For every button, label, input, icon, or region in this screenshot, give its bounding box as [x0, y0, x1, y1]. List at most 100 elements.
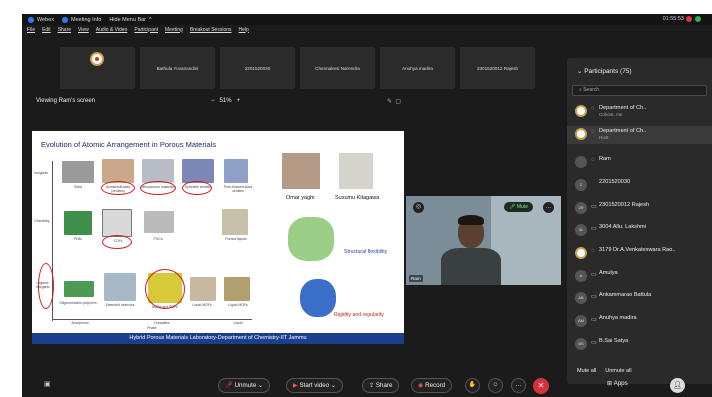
participant-tile[interactable]: 2301520012 Rajesh — [460, 47, 535, 89]
unmute-button[interactable]: 🎤︎ Unmute ⌄ — [218, 378, 271, 393]
participants-toggle-icon[interactable]: 👤︎ — [670, 378, 685, 393]
emoji-icon[interactable]: ☺ — [488, 378, 503, 393]
participant-row[interactable]: AB ▭ Ankammarao Battula — [575, 290, 710, 308]
omar-yaghi-photo — [282, 153, 320, 189]
avatar: AM — [575, 315, 587, 327]
avatar: AB — [575, 292, 587, 304]
audio-status-icon: ◌ — [591, 129, 595, 135]
device-icon: ▭ — [591, 340, 597, 346]
video-name-tag: Ram — [409, 275, 423, 282]
annotation-circle — [140, 181, 176, 195]
liquid-mof-image — [224, 277, 250, 301]
participant-row[interactable]: 3L ▭ 3004 Allu. Lakshmi — [575, 222, 710, 240]
apps-button[interactable]: ⊞ Apps — [607, 380, 628, 387]
participant-search-input[interactable]: ⌕ Search — [572, 85, 707, 96]
participant-role: Cohost, me — [599, 112, 623, 117]
info-icon — [62, 16, 69, 23]
mic-off-icon: 🎤︎ — [225, 382, 233, 389]
record-button[interactable]: ◉ Record — [411, 378, 453, 393]
popout-icon[interactable]: ▢ — [395, 99, 401, 105]
row-label: Organic-inorganic — [36, 281, 50, 289]
start-video-button[interactable]: ▶ Start video ⌄ — [286, 378, 343, 393]
participant-row[interactable]: A ▭ Amulya — [575, 268, 710, 286]
protein-structure-image — [288, 217, 334, 261]
participant-row[interactable]: 2R ▭ 2301520012 Rajesh — [575, 200, 710, 218]
participant-name: 2301520012 Rajesh — [599, 202, 650, 208]
menu-help[interactable]: Help — [239, 27, 249, 33]
video-off-icon: ▶ — [293, 382, 298, 389]
item-label: Liquid MOFs — [192, 303, 212, 307]
participants-header[interactable]: ⌄ Participants (75) — [577, 67, 632, 75]
avatar — [575, 247, 587, 259]
annotation-circle — [182, 181, 212, 195]
participant-tile-name: Anuhya madira — [402, 65, 433, 71]
video-options-icon[interactable]: ◎ — [413, 202, 424, 213]
zoom-in-button[interactable]: + — [237, 98, 241, 104]
participants-title: Participants (75) — [584, 68, 632, 75]
record-icon: ◉ — [418, 382, 424, 389]
participant-tile[interactable]: Anuhya madira — [380, 47, 455, 89]
captions-icon[interactable]: ▣ — [44, 380, 51, 388]
participant-row[interactable]: ◌ Department of Ch.. Cohost, me — [575, 103, 710, 121]
mute-participant-button[interactable]: 🎤︎ Mute — [504, 202, 533, 212]
search-icon: ⌕ — [579, 87, 582, 93]
annotate-icon[interactable]: ✎ — [387, 99, 392, 105]
meeting-controls: ▣ 🎤︎ Unmute ⌄ ▶ Start video ⌄ ⇪ Share ◉ … — [22, 378, 712, 397]
share-label: Share — [375, 382, 393, 389]
rigidity-label: Rigidity and regularity — [334, 312, 384, 318]
mute-label: Mute — [516, 204, 528, 210]
menu-meeting[interactable]: Meeting — [165, 27, 183, 33]
participant-row[interactable]: BS ▭ B.Sai Satya — [575, 336, 710, 354]
participant-tile-name: 2201520030 — [244, 65, 271, 71]
menu-view[interactable]: View — [78, 27, 89, 33]
audio-status-icon: ◌ — [591, 157, 595, 163]
meeting-info-button[interactable]: Meeting Info — [62, 16, 101, 23]
speaker-video[interactable]: ◎ 🎤︎ Mute … Ram — [406, 196, 561, 285]
participant-row[interactable]: AM ▭ Anuhya madira — [575, 313, 710, 331]
menu-file[interactable]: File — [27, 27, 35, 33]
leave-meeting-button[interactable]: ✕ — [533, 378, 549, 394]
menu-share[interactable]: Share — [58, 27, 71, 33]
participant-row[interactable]: ◌ Ram — [575, 154, 710, 172]
participant-tile[interactable]: 2201520030 — [220, 47, 295, 89]
menu-edit[interactable]: Edit — [42, 27, 51, 33]
participant-tile[interactable] — [60, 47, 135, 89]
app-menu[interactable]: Webex — [28, 16, 55, 23]
unmute-all-button[interactable]: Unmute all — [605, 368, 631, 374]
zoom-level: 51% — [219, 98, 232, 104]
zoom-out-button[interactable]: − — [211, 98, 215, 104]
apps-icon: ⊞ — [607, 380, 613, 387]
participant-row[interactable]: ◌ 3179 Dr.A.Venkateswara Rao.. — [575, 245, 710, 263]
participant-row[interactable]: ◌ Department of Ch.. Host — [567, 126, 712, 144]
participant-name: 2201520030 — [599, 179, 631, 185]
share-button[interactable]: ⇪ Share — [362, 378, 400, 393]
axis-tick-label: Liquid — [233, 321, 243, 325]
participant-row[interactable]: 2 2201520030 — [575, 177, 710, 195]
app-name: Webex — [37, 16, 55, 23]
mute-all-button[interactable]: Mute all — [577, 368, 596, 374]
more-options-icon[interactable]: … — [543, 202, 554, 213]
menu-participant[interactable]: Participant — [134, 27, 158, 33]
item-label: Extended networks — [105, 303, 135, 307]
audio-status-icon: ◌ — [591, 248, 595, 254]
person-caption: Omar yaghi — [286, 195, 315, 201]
synthetic-zeolite-image — [182, 159, 214, 183]
item-label: POCs — [153, 237, 163, 241]
participant-tile[interactable]: Bathula Yuvanandini — [140, 47, 215, 89]
unmute-label: Unmute — [234, 382, 257, 389]
reactions-icon[interactable]: ✋ — [465, 378, 480, 393]
mesoporous-image — [142, 159, 174, 183]
start-video-label: Start video — [299, 382, 330, 389]
hide-menu-bar-button[interactable]: Hide Menu Bar ^ — [109, 17, 151, 23]
menu-breakout-sessions[interactable]: Breakout Sessions — [190, 27, 232, 33]
participant-tile-name: Chennakesi Narendra — [315, 65, 360, 71]
participant-name: Ram — [599, 156, 611, 162]
menu-audio-video[interactable]: Audio & Video — [96, 27, 128, 33]
chevron-down-icon: ⌄ — [330, 382, 336, 389]
avatar — [575, 105, 587, 117]
audio-status-icon: ◌ — [591, 106, 595, 112]
avatar: BS — [575, 338, 587, 350]
item-label: Liquid MOFs — [228, 303, 248, 307]
more-icon[interactable]: … — [511, 378, 526, 393]
participant-tile[interactable]: Chennakesi Narendra — [300, 47, 375, 89]
